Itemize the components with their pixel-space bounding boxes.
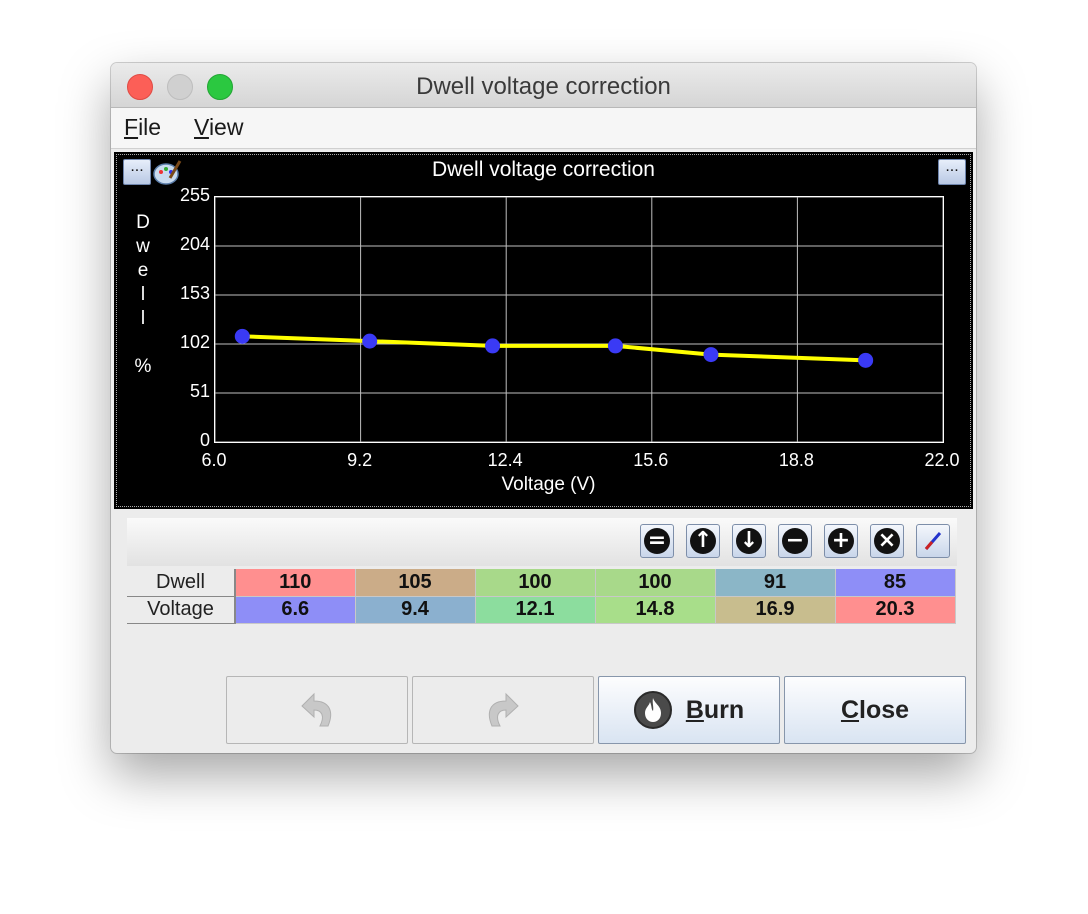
close-mnemonic: C (840, 695, 860, 724)
table-cell[interactable]: 100 (475, 569, 596, 597)
menu-view-mnemonic: V (194, 114, 209, 140)
x-tick-label: 18.8 (778, 450, 814, 470)
data-point[interactable] (607, 338, 623, 354)
y-axis-label-char: e (137, 260, 149, 281)
table-cell[interactable]: 20.3 (835, 596, 956, 624)
x-tick-label: 6.0 (201, 450, 227, 470)
table-cell[interactable]: 85 (835, 569, 956, 597)
undo-arrow-icon (301, 692, 332, 727)
y-tick-label: 153 (179, 283, 210, 303)
increase-icon: ↑ (690, 528, 716, 554)
subtract-button[interactable]: − (778, 524, 812, 558)
window-title: Dwell voltage correction (416, 73, 671, 100)
row-label: Voltage (127, 596, 236, 624)
menu-file-label: ile (138, 114, 162, 140)
table-row: Dwell 110 105 100 100 91 85 (127, 569, 956, 597)
chart-title: Dwell voltage correction (432, 158, 655, 181)
x-tick-label: 22.0 (924, 450, 960, 470)
menu-bar: File View (111, 108, 976, 149)
y-axis-label-char: D (136, 212, 150, 233)
data-point[interactable] (362, 333, 378, 349)
burn-flame-icon (633, 691, 672, 729)
table-cell[interactable]: 9.4 (355, 596, 476, 624)
y-tick-label: 102 (179, 332, 210, 352)
table-cell[interactable]: 16.9 (715, 596, 836, 624)
table-toolbar: = ↑ ↓ − + × (127, 518, 957, 566)
table-cell[interactable]: 14.8 (595, 596, 716, 624)
undo-button[interactable] (226, 676, 408, 744)
table-cell[interactable]: 110 (235, 569, 356, 597)
y-tick-label: 255 (179, 185, 210, 205)
x-axis-label: Voltage (V) (501, 474, 596, 495)
menu-file[interactable]: File (124, 114, 161, 141)
plot-area[interactable] (214, 196, 944, 443)
x-tick-label: 12.4 (487, 450, 523, 470)
close-label: lose (859, 695, 910, 724)
dwell-voltage-correction-window: Dwell voltage correction File View ... D… (111, 63, 976, 753)
chart-panel[interactable]: ... Dwell voltage correction ... Dw e l l% … (114, 152, 973, 509)
data-point[interactable] (858, 352, 874, 368)
data-point[interactable] (703, 347, 719, 363)
multiply-button[interactable]: × (870, 524, 904, 558)
x-tick-label: 9.2 (347, 450, 373, 470)
equalize-button[interactable]: = (640, 524, 674, 558)
add-button[interactable]: + (824, 524, 858, 558)
redo-arrow-icon (488, 692, 519, 727)
menu-view-label: iew (208, 114, 244, 140)
burn-button[interactable]: Burn (598, 676, 780, 744)
burn-mnemonic: B (685, 695, 704, 724)
add-icon: + (828, 528, 854, 554)
increase-button[interactable]: ↑ (686, 524, 720, 558)
y-axis-label-char: % (134, 356, 152, 377)
decrease-icon: ↓ (736, 528, 762, 554)
y-tick-label: 204 (179, 234, 210, 254)
curve-table: Dwell 110 105 100 100 91 85 Voltage 6.6 9.4 12.1 14… (127, 569, 956, 624)
plot-svg (214, 196, 944, 443)
chart-options-right-button[interactable]: ... (938, 159, 966, 185)
menu-file-mnemonic: F (124, 114, 139, 140)
y-axis-label-char: w (136, 236, 150, 257)
data-point[interactable] (485, 338, 501, 354)
series-line (242, 334, 866, 363)
table-row: Voltage 6.6 9.4 12.1 14.8 16.9 20.3 (127, 596, 956, 624)
redo-button[interactable] (412, 676, 594, 744)
table-cell[interactable]: 91 (715, 569, 836, 597)
menu-view[interactable]: View (194, 114, 243, 141)
decrease-button[interactable]: ↓ (732, 524, 766, 558)
subtract-icon: − (782, 528, 808, 554)
interpolate-icon (924, 532, 942, 550)
table-cell[interactable]: 100 (595, 569, 716, 597)
y-tick-label: 0 (199, 430, 210, 450)
interpolate-button[interactable] (916, 524, 950, 558)
data-point[interactable] (234, 328, 250, 344)
row-label: Dwell (127, 569, 236, 597)
close-button[interactable]: Close (784, 676, 966, 744)
table-cell[interactable]: 6.6 (235, 596, 356, 624)
y-axis-label-char: l (140, 284, 146, 305)
x-tick-label: 15.6 (633, 450, 669, 470)
table-cell[interactable]: 12.1 (475, 596, 596, 624)
table-cell[interactable]: 105 (355, 569, 476, 597)
multiply-icon: × (874, 528, 900, 554)
burn-label: urn (703, 695, 745, 724)
y-axis-label-char: l (140, 308, 146, 329)
title-bar: Dwell voltage correction (111, 63, 976, 108)
equalize-icon: = (644, 528, 670, 554)
y-tick-label: 51 (189, 381, 210, 401)
